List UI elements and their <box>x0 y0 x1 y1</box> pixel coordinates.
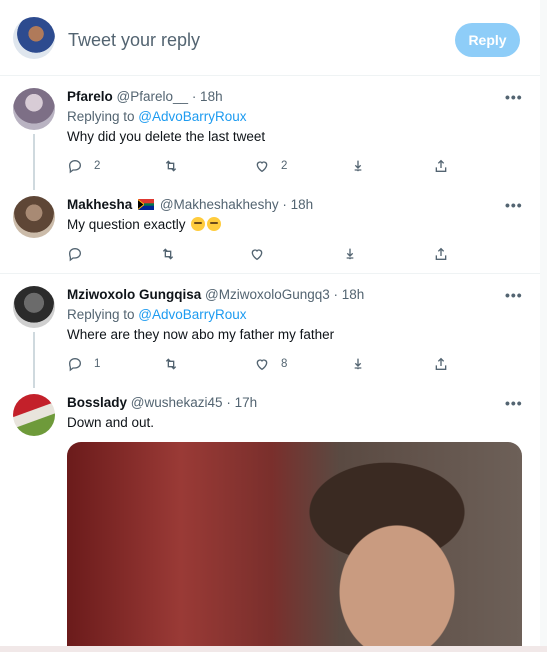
timestamp[interactable]: · 18h <box>282 197 313 212</box>
like-icon <box>256 359 268 371</box>
thinking-face-emoji-icon <box>207 217 222 231</box>
like-action[interactable] <box>249 245 265 263</box>
avatar[interactable] <box>13 286 55 328</box>
download-action[interactable] <box>342 245 358 263</box>
reply-composer: Tweet your reply Reply <box>0 0 540 76</box>
replying-to: Replying to @AdvoBarryRoux <box>67 109 247 124</box>
download-icon <box>354 160 362 172</box>
handle[interactable]: @Makheshakheshy <box>160 197 279 212</box>
share-icon <box>435 159 447 172</box>
avatar[interactable] <box>13 88 55 130</box>
tweet-header: Mziwoxolo Gungqisa @MziwoxoloGungq3 · 18… <box>67 287 364 302</box>
more-icon[interactable]: ••• <box>505 197 523 213</box>
replying-to-link[interactable]: @AdvoBarryRoux <box>138 307 246 322</box>
more-icon[interactable]: ••• <box>505 287 523 303</box>
share-action[interactable] <box>433 245 449 263</box>
share-action[interactable] <box>433 355 449 373</box>
tweet-text: Why did you delete the last tweet <box>67 129 266 144</box>
divider <box>0 273 540 274</box>
user-avatar[interactable] <box>13 17 55 59</box>
display-name[interactable]: Makhesha <box>67 197 132 212</box>
share-action[interactable] <box>433 157 449 175</box>
reply-count: 2 <box>94 160 101 172</box>
more-icon[interactable]: ••• <box>505 395 523 411</box>
tweet-header: Pfarelo @Pfarelo__ · 18h <box>67 89 223 104</box>
share-icon <box>435 357 447 370</box>
like-action[interactable]: 8 <box>254 355 287 373</box>
tweet-actions: 2 2 <box>67 157 447 175</box>
retweet-action[interactable] <box>163 157 179 175</box>
download-action[interactable] <box>350 157 366 175</box>
reply-icon <box>68 357 82 372</box>
replying-to: Replying to @AdvoBarryRoux <box>67 307 247 322</box>
download-icon <box>346 248 354 260</box>
more-icon[interactable]: ••• <box>505 89 523 105</box>
reply-action[interactable]: 1 <box>67 355 100 373</box>
bottom-edge <box>0 646 547 652</box>
display-name[interactable]: Bosslady <box>67 395 127 410</box>
replying-to-label: Replying to <box>67 307 139 322</box>
scrollbar[interactable] <box>540 0 547 652</box>
tweet-actions: 1 8 <box>67 355 447 373</box>
handle[interactable]: @MziwoxoloGungq3 <box>205 287 330 302</box>
retweet-icon <box>162 248 174 260</box>
south-africa-flag-icon <box>138 199 155 210</box>
handle[interactable]: @wushekazi45 <box>131 395 223 410</box>
replying-to-link[interactable]: @AdvoBarryRoux <box>138 109 246 124</box>
retweet-action[interactable] <box>160 245 176 263</box>
like-count: 2 <box>281 160 288 172</box>
reply-count: 1 <box>94 358 101 370</box>
reply-action[interactable]: 2 <box>67 157 100 175</box>
reply-button[interactable]: Reply <box>455 23 520 57</box>
tweet-header: Makhesha @Makheshakheshy · 18h <box>67 197 313 212</box>
tweet-actions <box>67 245 447 263</box>
replying-to-label: Replying to <box>67 109 139 124</box>
reply-action[interactable] <box>67 245 83 263</box>
download-icon <box>354 358 362 370</box>
tweet-text-container: My question exactly <box>67 217 222 232</box>
avatar[interactable] <box>13 394 55 436</box>
reply-icon <box>68 159 82 174</box>
retweet-icon <box>165 358 177 370</box>
thread-line <box>33 134 35 190</box>
retweet-action[interactable] <box>163 355 179 373</box>
like-icon <box>256 161 268 173</box>
share-icon <box>435 247 447 260</box>
like-count: 8 <box>281 358 288 370</box>
like-action[interactable]: 2 <box>254 157 287 175</box>
tweet-text: Where are they now abo my father my fath… <box>67 327 335 342</box>
tweet-text: Down and out. <box>67 415 155 430</box>
reply-icon <box>68 247 82 262</box>
tweet-header: Bosslady @wushekazi45 · 17h <box>67 395 257 410</box>
display-name[interactable]: Pfarelo <box>67 89 113 104</box>
retweet-icon <box>165 160 177 172</box>
timestamp[interactable]: · 17h <box>226 395 257 410</box>
timestamp[interactable]: · 18h <box>192 89 223 104</box>
tweet-media-gif[interactable] <box>67 442 522 652</box>
handle[interactable]: @Pfarelo__ <box>117 89 189 104</box>
download-action[interactable] <box>350 355 366 373</box>
thread-line <box>33 332 35 388</box>
like-icon <box>251 249 263 261</box>
tweet-text: My question exactly <box>67 217 186 232</box>
display-name[interactable]: Mziwoxolo Gungqisa <box>67 287 201 302</box>
thinking-face-emoji-icon <box>191 217 206 231</box>
reply-input[interactable]: Tweet your reply <box>68 30 200 51</box>
timestamp[interactable]: · 18h <box>334 287 365 302</box>
avatar[interactable] <box>13 196 55 238</box>
